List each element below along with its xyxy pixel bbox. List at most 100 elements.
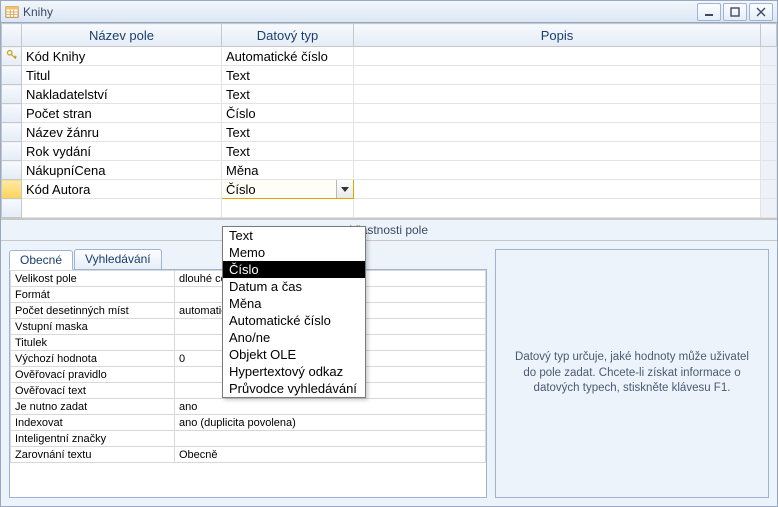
column-header-desc[interactable]: Popis bbox=[354, 24, 761, 47]
field-desc-cell[interactable] bbox=[354, 123, 761, 142]
property-value[interactable]: Obecně bbox=[175, 447, 486, 463]
field-desc-cell[interactable] bbox=[354, 142, 761, 161]
maximize-button[interactable] bbox=[723, 3, 747, 21]
column-header-name[interactable]: Název pole bbox=[22, 24, 222, 47]
window-title: Knihy bbox=[23, 5, 53, 19]
property-name: Ověřovací text bbox=[11, 383, 175, 399]
field-name-cell[interactable]: NákupníCena bbox=[22, 161, 222, 180]
column-header-type[interactable]: Datový typ bbox=[222, 24, 354, 47]
field-type-cell[interactable]: Text bbox=[222, 85, 354, 104]
dropdown-option[interactable]: Objekt OLE bbox=[223, 346, 365, 363]
field-desc-cell[interactable] bbox=[354, 199, 761, 218]
vscroll-track[interactable] bbox=[761, 199, 777, 218]
property-name: Zarovnání textu bbox=[11, 447, 175, 463]
vscroll-track[interactable] bbox=[761, 104, 777, 123]
property-row[interactable]: Zarovnání textuObecně bbox=[11, 447, 486, 463]
field-row[interactable]: TitulText bbox=[2, 66, 777, 85]
property-row[interactable]: Inteligentní značky bbox=[11, 431, 486, 447]
field-name-cell[interactable]: Titul bbox=[22, 66, 222, 85]
dropdown-option[interactable]: Text bbox=[223, 227, 365, 244]
property-value[interactable]: ano bbox=[175, 399, 486, 415]
row-selector[interactable] bbox=[2, 66, 22, 85]
field-desc-cell[interactable] bbox=[354, 180, 761, 199]
field-desc-cell[interactable] bbox=[354, 85, 761, 104]
close-button[interactable] bbox=[749, 3, 773, 21]
vscroll-track[interactable] bbox=[761, 142, 777, 161]
field-row[interactable]: Počet stranČíslo bbox=[2, 104, 777, 123]
field-row[interactable]: Rok vydáníText bbox=[2, 142, 777, 161]
rowselector-header bbox=[2, 24, 22, 47]
row-selector[interactable] bbox=[2, 199, 22, 218]
field-type-cell[interactable]: Měna bbox=[222, 161, 354, 180]
dropdown-option[interactable]: Průvodce vyhledávání bbox=[223, 380, 365, 397]
dropdown-option[interactable]: Datum a čas bbox=[223, 278, 365, 295]
design-view-window: Knihy Název pole Datový typ Popis bbox=[0, 0, 778, 507]
section-header: Vlastnosti pole bbox=[1, 219, 777, 241]
row-selector[interactable] bbox=[2, 123, 22, 142]
field-name-cell[interactable]: Nakladatelství bbox=[22, 85, 222, 104]
primary-key-icon[interactable] bbox=[2, 47, 22, 66]
vscroll-track[interactable] bbox=[761, 161, 777, 180]
vscroll-track[interactable] bbox=[761, 123, 777, 142]
field-row[interactable]: Kód AutoraČíslo bbox=[2, 180, 777, 199]
field-type-cell[interactable]: Číslo bbox=[222, 180, 354, 199]
field-name-cell[interactable]: Rok vydání bbox=[22, 142, 222, 161]
vscroll-track[interactable] bbox=[761, 85, 777, 104]
tab-lookup[interactable]: Vyhledávání bbox=[74, 249, 162, 269]
row-selector[interactable] bbox=[2, 142, 22, 161]
dropdown-button[interactable] bbox=[336, 180, 353, 198]
field-type-cell[interactable]: Číslo bbox=[222, 104, 354, 123]
dropdown-option[interactable]: Automatické číslo bbox=[223, 312, 365, 329]
vscroll-track[interactable] bbox=[761, 66, 777, 85]
property-name: Titulek bbox=[11, 335, 175, 351]
property-name: Ověřovací pravidlo bbox=[11, 367, 175, 383]
property-value[interactable]: ano (duplicita povolena) bbox=[175, 415, 486, 431]
tab-general[interactable]: Obecné bbox=[9, 250, 73, 270]
vscroll-track[interactable] bbox=[761, 47, 777, 66]
field-row[interactable]: Název žánruText bbox=[2, 123, 777, 142]
dropdown-option[interactable]: Hypertextový odkaz bbox=[223, 363, 365, 380]
field-type-cell[interactable]: Text bbox=[222, 66, 354, 85]
field-name-cell[interactable]: Kód Autora bbox=[22, 180, 222, 199]
field-type-cell[interactable]: Automatické číslo bbox=[222, 47, 354, 66]
field-name-cell[interactable]: Počet stran bbox=[22, 104, 222, 123]
property-name: Formát bbox=[11, 287, 175, 303]
row-selector[interactable] bbox=[2, 104, 22, 123]
field-desc-cell[interactable] bbox=[354, 66, 761, 85]
row-selector[interactable] bbox=[2, 180, 22, 199]
field-name-cell[interactable] bbox=[22, 199, 222, 218]
property-name: Indexovat bbox=[11, 415, 175, 431]
content: Název pole Datový typ Popis Kód KnihyAut… bbox=[1, 23, 777, 506]
lower-pane: Obecné Vyhledávání Velikost poledlouhé c… bbox=[1, 241, 777, 506]
field-name-cell[interactable]: Kód Knihy bbox=[22, 47, 222, 66]
field-desc-cell[interactable] bbox=[354, 47, 761, 66]
titlebar: Knihy bbox=[1, 1, 777, 23]
vscroll-header bbox=[761, 24, 777, 47]
field-row[interactable]: Kód KnihyAutomatické číslo bbox=[2, 47, 777, 66]
field-type-cell[interactable]: Text bbox=[222, 123, 354, 142]
property-row[interactable]: Je nutno zadatano bbox=[11, 399, 486, 415]
property-name: Vstupní maska bbox=[11, 319, 175, 335]
minimize-button[interactable] bbox=[697, 3, 721, 21]
field-row-blank[interactable] bbox=[2, 199, 777, 218]
property-value[interactable] bbox=[175, 431, 486, 447]
dropdown-option[interactable]: Memo bbox=[223, 244, 365, 261]
property-name: Počet desetinných míst bbox=[11, 303, 175, 319]
dropdown-option[interactable]: Měna bbox=[223, 295, 365, 312]
vscroll-track[interactable] bbox=[761, 180, 777, 199]
field-desc-cell[interactable] bbox=[354, 104, 761, 123]
field-grid: Název pole Datový typ Popis Kód KnihyAut… bbox=[1, 23, 777, 219]
field-type-cell[interactable] bbox=[222, 199, 354, 218]
row-selector[interactable] bbox=[2, 85, 22, 104]
dropdown-option[interactable]: Ano/ne bbox=[223, 329, 365, 346]
property-row[interactable]: Indexovatano (duplicita povolena) bbox=[11, 415, 486, 431]
field-row[interactable]: NákupníCenaMěna bbox=[2, 161, 777, 180]
field-name-cell[interactable]: Název žánru bbox=[22, 123, 222, 142]
property-name: Výchozí hodnota bbox=[11, 351, 175, 367]
row-selector[interactable] bbox=[2, 161, 22, 180]
field-desc-cell[interactable] bbox=[354, 161, 761, 180]
datatype-dropdown[interactable]: TextMemoČísloDatum a časMěnaAutomatické … bbox=[222, 226, 366, 398]
field-type-cell[interactable]: Text bbox=[222, 142, 354, 161]
field-row[interactable]: NakladatelstvíText bbox=[2, 85, 777, 104]
dropdown-option[interactable]: Číslo bbox=[223, 261, 365, 278]
